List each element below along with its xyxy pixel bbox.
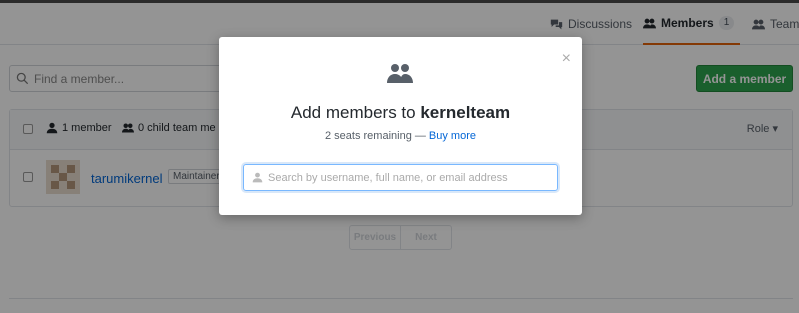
member-search-input[interactable] [268, 171, 548, 184]
team-name: kernelteam [420, 103, 511, 122]
seats-remaining-text: 2 seats remaining — [324, 130, 429, 142]
member-search-field[interactable] [243, 164, 558, 191]
person-icon [252, 172, 263, 183]
people-icon [387, 63, 413, 83]
seats-remaining: 2 seats remaining — Buy more [219, 130, 582, 142]
close-icon[interactable]: × [562, 51, 571, 67]
dialog-title: Add members to kernelteam [219, 103, 582, 123]
dialog-title-prefix: Add members to [290, 103, 421, 122]
add-members-dialog: × Add members to kernelteam 2 seats rema… [219, 37, 582, 215]
buy-more-link[interactable]: Buy more [429, 130, 476, 142]
